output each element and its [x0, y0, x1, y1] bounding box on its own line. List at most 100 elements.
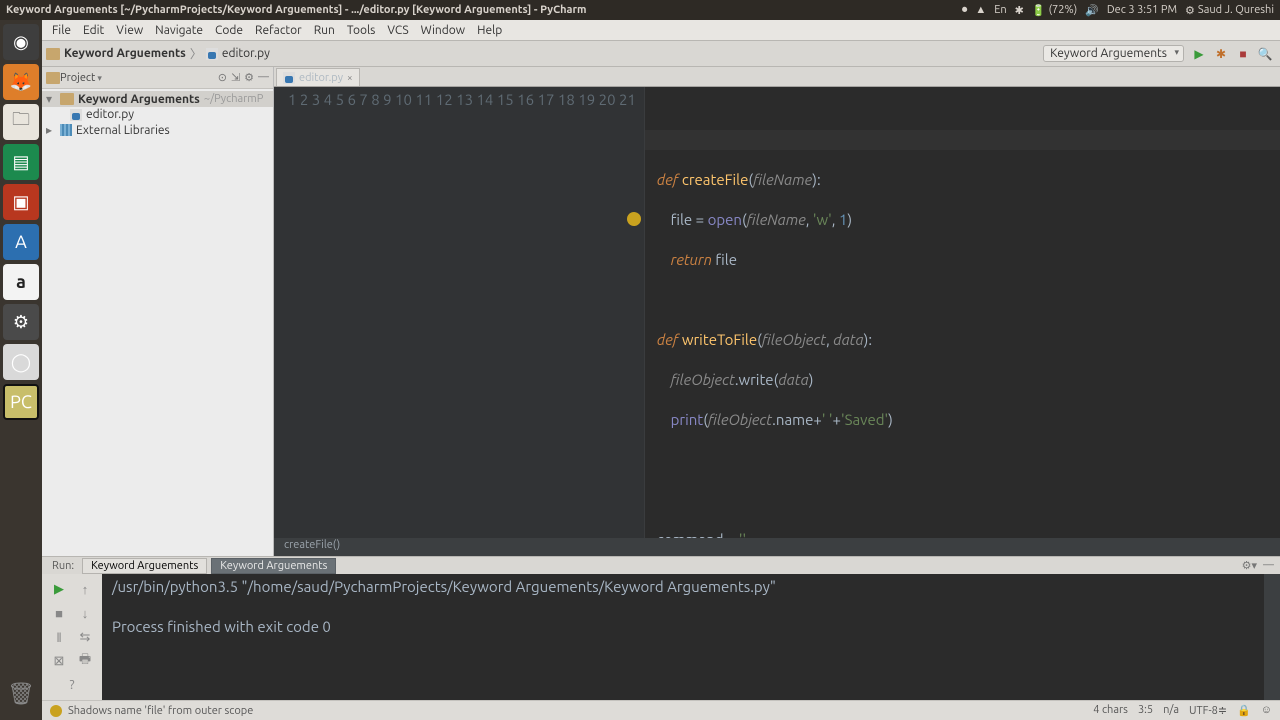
console-output[interactable]: /usr/bin/python3.5 "/home/saud/PycharmPr… — [102, 574, 1264, 700]
wrap-button[interactable]: ⇆ — [74, 626, 96, 648]
gear-icon[interactable]: ⚙ — [244, 71, 254, 84]
run-console-panel: ▶↑ ■↓ ‖⇆ ⊠🖶 ? /usr/bin/python3.5 "/home/… — [42, 574, 1280, 700]
rerun-button[interactable]: ▶ — [48, 578, 70, 600]
chromium-icon[interactable]: ◯ — [3, 344, 39, 380]
up-button[interactable]: ↑ — [74, 578, 96, 600]
project-view-dropdown[interactable]: Project — [60, 72, 102, 84]
status-inspection: n/a — [1163, 704, 1179, 717]
menu-file[interactable]: File — [46, 24, 77, 37]
menu-bar: File Edit View Navigate Code Refactor Ru… — [42, 20, 1280, 41]
menu-vcs[interactable]: VCS — [381, 24, 414, 37]
breadcrumb-root[interactable]: Keyword Arguements — [64, 47, 186, 60]
rec-icon: ⏺ — [962, 4, 968, 17]
gear-icon[interactable]: ⚙▾ — [1242, 559, 1257, 572]
print-button[interactable]: 🖶 — [74, 650, 96, 672]
tree-file-editor[interactable]: editor.py — [42, 107, 273, 122]
run-tab-1[interactable]: Keyword Arguements — [211, 558, 336, 574]
menu-edit[interactable]: Edit — [77, 24, 110, 37]
menu-navigate[interactable]: Navigate — [149, 24, 209, 37]
breadcrumb-file[interactable]: editor.py — [222, 47, 270, 60]
status-chars: 4 chars — [1093, 704, 1128, 717]
status-encoding[interactable]: UTF-8≑ — [1189, 704, 1227, 717]
minimize-icon[interactable]: — — [1263, 559, 1274, 572]
menu-window[interactable]: Window — [415, 24, 471, 37]
amazon-icon[interactable]: a — [3, 264, 39, 300]
editor-tabs: editor.py × — [274, 67, 1280, 87]
down-button[interactable]: ↓ — [74, 602, 96, 624]
collapse-icon[interactable]: ⇲ — [231, 71, 240, 84]
status-message: Shadows name 'file' from outer scope — [68, 705, 253, 717]
hector-icon[interactable]: ☺ — [1261, 704, 1272, 717]
folder-icon — [60, 93, 74, 105]
software-center-icon[interactable]: A — [3, 224, 39, 260]
window-title: Keyword Arguements [~/PycharmProjects/Ke… — [6, 4, 587, 16]
main-split: Project ⊙ ⇲ ⚙ — ▾ Keyword Arguements ~/P… — [42, 67, 1280, 556]
menu-refactor[interactable]: Refactor — [249, 24, 308, 37]
hide-icon[interactable]: — — [258, 71, 269, 84]
run-tab-0[interactable]: Keyword Arguements — [82, 558, 207, 574]
battery-icon: 🔋(72%) — [1032, 4, 1077, 17]
folder-icon — [46, 48, 60, 60]
code-content[interactable]: def createFile(fileName): file = open(fi… — [645, 87, 1280, 538]
firefox-icon[interactable]: 🦊 — [3, 64, 39, 100]
navigation-bar: Keyword Arguements 〉 editor.py Keyword A… — [42, 41, 1280, 67]
stop-button[interactable]: ■ — [1234, 45, 1252, 63]
bluetooth-icon: ✱ — [1015, 4, 1024, 17]
menu-help[interactable]: Help — [471, 24, 508, 37]
pause-button[interactable]: ‖ — [48, 626, 70, 648]
run-config-selector[interactable]: Keyword Arguements — [1043, 45, 1184, 62]
python-file-icon — [283, 72, 295, 84]
user-menu[interactable]: ⚙ Saud J. Qureshi — [1185, 4, 1274, 17]
libreoffice-calc-icon[interactable]: ▤ — [3, 144, 39, 180]
settings-icon[interactable]: ⚙ — [3, 304, 39, 340]
volume-icon: 🔊 — [1085, 4, 1099, 17]
console-scrollbar[interactable] — [1264, 574, 1280, 700]
lock-icon[interactable]: 🔒 — [1237, 704, 1251, 717]
ide-window: File Edit View Navigate Code Refactor Ru… — [42, 20, 1280, 720]
lang-icon: En — [994, 4, 1006, 16]
code-editor[interactable]: 1 2 3 4 5 6 7 8 9 10 11 12 13 14 15 16 1… — [274, 87, 1280, 538]
gutter: 1 2 3 4 5 6 7 8 9 10 11 12 13 14 15 16 1… — [274, 87, 645, 538]
libreoffice-impress-icon[interactable]: ▣ — [3, 184, 39, 220]
menu-tools[interactable]: Tools — [341, 24, 382, 37]
python-file-icon — [70, 109, 82, 121]
system-tray: ⏺ ▲ En ✱ 🔋(72%) 🔊 Dec 3 3:51 PM ⚙ Saud J… — [962, 4, 1274, 17]
editor-area: editor.py × 1 2 3 4 5 6 7 8 9 10 11 12 1… — [274, 67, 1280, 556]
menu-code[interactable]: Code — [209, 24, 249, 37]
folder-icon — [46, 72, 60, 84]
locate-icon[interactable]: ⊙ — [218, 71, 227, 84]
stop-button[interactable]: ■ — [48, 602, 70, 624]
project-tree[interactable]: ▾ Keyword Arguements ~/PycharmP editor.p… — [42, 89, 273, 556]
search-everywhere-button[interactable]: 🔍 — [1256, 45, 1274, 63]
menu-run[interactable]: Run — [308, 24, 341, 37]
pycharm-icon[interactable]: PC — [3, 384, 39, 420]
tree-external-libs[interactable]: ▸ External Libraries — [42, 122, 273, 138]
run-label: Run: — [48, 560, 78, 572]
status-caret-pos: 3:5 — [1138, 704, 1153, 717]
files-icon[interactable]: 🗀 — [3, 104, 39, 140]
wifi-icon: ▲ — [975, 4, 986, 16]
system-top-bar: Keyword Arguements [~/PycharmProjects/Ke… — [0, 0, 1280, 20]
status-bar: Shadows name 'file' from outer scope 4 c… — [42, 700, 1280, 720]
warning-bulb-icon[interactable] — [50, 705, 62, 717]
help-button[interactable]: ? — [61, 674, 83, 696]
debug-button[interactable]: ✱ — [1212, 45, 1230, 63]
run-tool-tabs: Run: Keyword Arguements Keyword Arguemen… — [42, 556, 1280, 574]
trash-icon[interactable]: 🗑 — [3, 676, 39, 712]
unity-launcher: ◉ 🦊 🗀 ▤ ▣ A a ⚙ ◯ PC 🗑 — [0, 20, 42, 720]
dash-icon[interactable]: ◉ — [3, 24, 39, 60]
python-file-icon — [206, 48, 218, 60]
tree-root[interactable]: ▾ Keyword Arguements ~/PycharmP — [42, 91, 273, 107]
run-button[interactable]: ▶ — [1190, 45, 1208, 63]
library-icon — [60, 124, 72, 136]
clock: Dec 3 3:51 PM — [1107, 4, 1177, 16]
editor-tab-active[interactable]: editor.py × — [276, 68, 360, 86]
breadcrumbs-bottom[interactable]: createFile() — [274, 538, 1280, 556]
project-header: Project ⊙ ⇲ ⚙ — — [42, 67, 273, 89]
intention-bulb-icon[interactable] — [627, 212, 641, 226]
menu-view[interactable]: View — [110, 24, 149, 37]
breadcrumb[interactable]: Keyword Arguements 〉 editor.py — [46, 45, 270, 62]
console-toolbar: ▶↑ ■↓ ‖⇆ ⊠🖶 ? — [42, 574, 102, 700]
close-icon[interactable]: × — [347, 72, 353, 83]
close-button[interactable]: ⊠ — [48, 650, 70, 672]
